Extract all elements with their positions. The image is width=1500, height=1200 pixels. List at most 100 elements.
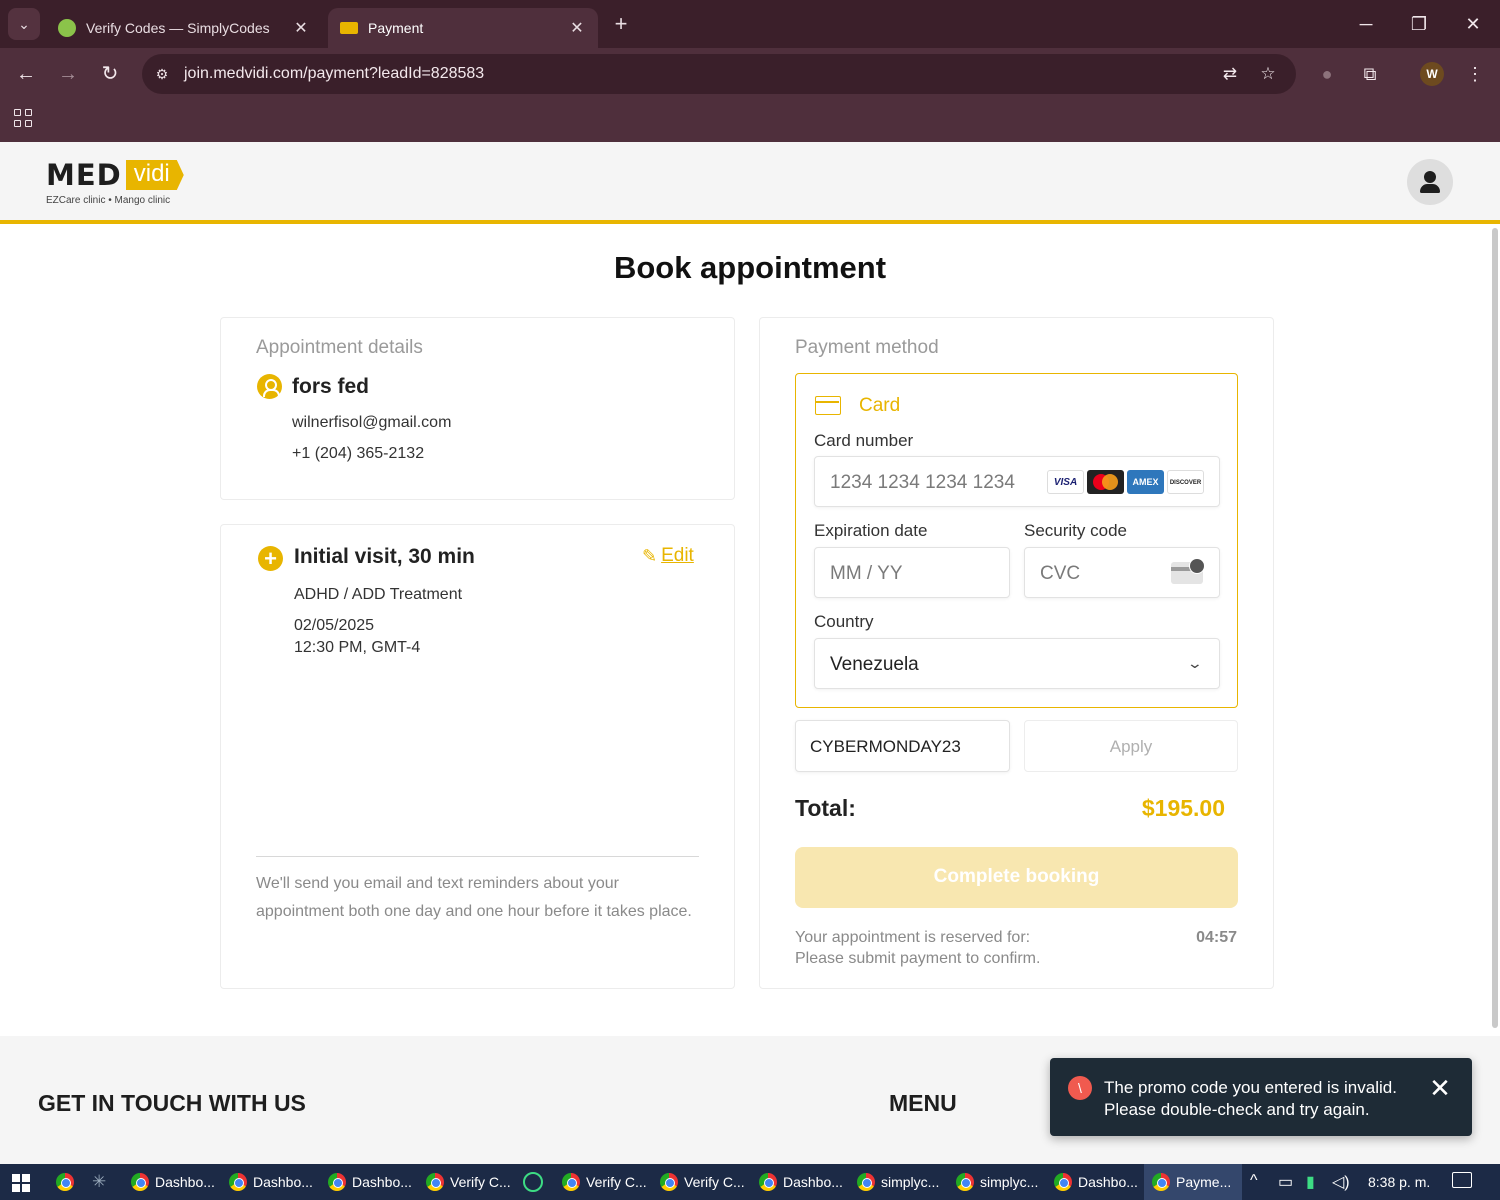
logo-tagline: EZCare clinic • Mango clinic bbox=[46, 195, 171, 206]
back-icon[interactable]: ← bbox=[12, 60, 40, 88]
system-clock[interactable]: 8:38 p. m. bbox=[1368, 1174, 1430, 1190]
expiration-placeholder: MM / YY bbox=[830, 563, 903, 584]
taskbar-item[interactable]: Verify C... bbox=[562, 1164, 647, 1200]
taskbar-item[interactable]: Dashbo... bbox=[131, 1164, 215, 1200]
site-info-icon[interactable]: ⚙ bbox=[152, 64, 172, 84]
taskbar-item[interactable]: Dashbo... bbox=[1054, 1164, 1138, 1200]
taskbar-item[interactable]: simplyc... bbox=[857, 1164, 939, 1200]
bookmark-star-icon[interactable]: ☆ bbox=[1257, 63, 1279, 85]
error-icon: \ bbox=[1068, 1076, 1092, 1100]
chevron-up-icon[interactable]: ^ bbox=[1250, 1172, 1258, 1190]
visit-treatment: ADHD / ADD Treatment bbox=[294, 586, 463, 603]
reminder-note: We'll send you email and text reminders … bbox=[256, 875, 692, 920]
apply-promo-button[interactable]: Apply bbox=[1024, 720, 1238, 772]
profile-avatar[interactable]: W bbox=[1420, 62, 1444, 86]
battery-icon[interactable]: ▮ bbox=[1306, 1172, 1315, 1192]
country-select[interactable]: Venezuela ⌄ bbox=[814, 638, 1220, 689]
visit-title: Initial visit, 30 min bbox=[294, 545, 475, 568]
close-toast-icon[interactable]: ✕ bbox=[1426, 1074, 1454, 1102]
tab-verify-codes[interactable]: Verify Codes — SimplyCodes ✕ bbox=[46, 8, 322, 48]
card-payment-option[interactable]: Card Card number 1234 1234 1234 1234 VIS… bbox=[795, 373, 1238, 708]
bookmarks-bar bbox=[0, 100, 1500, 142]
edit-label[interactable]: Edit bbox=[661, 545, 694, 567]
browser-tab-strip: ⌄ Verify Codes — SimplyCodes ✕ Payment ✕… bbox=[0, 0, 1500, 48]
complete-booking-button[interactable]: Complete booking bbox=[795, 847, 1238, 908]
taskbar-item[interactable]: Dashbo... bbox=[229, 1164, 313, 1200]
minimize-window-icon[interactable]: ─ bbox=[1351, 10, 1381, 38]
site-header: MED vidi EZCare clinic • Mango clinic bbox=[0, 142, 1500, 224]
close-tab-icon[interactable]: ✕ bbox=[568, 18, 586, 38]
visit-time: 12:30 PM, GMT-4 bbox=[294, 639, 421, 656]
menu-heading: MENU bbox=[889, 1090, 957, 1116]
taskbar-item-label: simplyc... bbox=[980, 1174, 1039, 1190]
whatsapp-icon[interactable] bbox=[523, 1172, 543, 1192]
divider bbox=[256, 856, 699, 857]
chrome-pinned-icon[interactable] bbox=[56, 1164, 80, 1200]
restore-window-icon[interactable]: ❐ bbox=[1404, 10, 1434, 38]
contact-heading: GET IN TOUCH WITH US bbox=[38, 1090, 306, 1116]
pencil-icon: ✎ bbox=[642, 545, 658, 566]
volume-icon[interactable]: ◁) bbox=[1332, 1172, 1350, 1192]
reserved-text: Your appointment is reserved for: bbox=[795, 929, 1031, 946]
patient-phone: +1 (204) 365-2132 bbox=[292, 445, 425, 462]
patient-icon bbox=[257, 374, 282, 399]
taskbar-item[interactable]: simplyc... bbox=[956, 1164, 1038, 1200]
mastercard-icon bbox=[1087, 470, 1124, 494]
forward-icon[interactable]: → bbox=[54, 60, 82, 88]
close-tab-icon[interactable]: ✕ bbox=[292, 18, 310, 38]
edit-visit-link[interactable]: ✎ Edit bbox=[642, 545, 694, 567]
promo-code-input[interactable]: CYBERMONDAY23 bbox=[795, 720, 1010, 772]
user-icon bbox=[1424, 171, 1436, 183]
medvidi-logo[interactable]: MED vidi EZCare clinic • Mango clinic bbox=[46, 158, 184, 206]
url-text[interactable]: join.medvidi.com/payment?leadId=828583 bbox=[184, 65, 484, 83]
patient-name: fors fed bbox=[292, 375, 370, 398]
tab-search-button[interactable]: ⌄ bbox=[8, 8, 40, 40]
taskbar-item[interactable]: Verify C... bbox=[660, 1164, 745, 1200]
taskbar-item-label: Verify C... bbox=[684, 1174, 745, 1190]
taskbar-item[interactable]: Dashbo... bbox=[759, 1164, 843, 1200]
visit-date: 02/05/2025 bbox=[294, 617, 375, 634]
browser-menu-icon[interactable]: ⋮ bbox=[1461, 60, 1489, 88]
promo-error-toast: \ The promo code you entered is invalid.… bbox=[1050, 1058, 1472, 1136]
taskbar-item-label: Dashbo... bbox=[352, 1174, 412, 1190]
network-app-icon[interactable]: ✳ bbox=[92, 1172, 106, 1192]
tab-payment[interactable]: Payment ✕ bbox=[328, 8, 598, 48]
taskbar-item-label: Verify C... bbox=[450, 1174, 511, 1190]
toast-line1: The promo code you entered is invalid. bbox=[1104, 1078, 1397, 1097]
new-tab-button[interactable]: + bbox=[608, 12, 634, 38]
expiration-input[interactable]: MM / YY bbox=[814, 547, 1010, 598]
payment-method-card: Payment method Card Card number 1234 123… bbox=[759, 317, 1274, 989]
taskbar-item-label: Dashbo... bbox=[155, 1174, 215, 1190]
notifications-icon[interactable] bbox=[1452, 1172, 1472, 1188]
translate-icon[interactable]: ⇄ bbox=[1219, 63, 1241, 85]
discover-icon: DISCOVER bbox=[1167, 470, 1204, 494]
plus-circle-icon: + bbox=[258, 546, 283, 571]
close-window-icon[interactable]: ✕ bbox=[1458, 10, 1488, 38]
taskbar-item[interactable]: Dashbo... bbox=[328, 1164, 412, 1200]
address-bar[interactable]: ⚙ join.medvidi.com/payment?leadId=828583… bbox=[142, 54, 1296, 94]
windows-start-icon[interactable] bbox=[12, 1174, 30, 1192]
account-avatar-button[interactable] bbox=[1407, 159, 1453, 205]
extensions-puzzle-icon[interactable]: ⧉ bbox=[1356, 60, 1384, 88]
network-icon[interactable]: ▭ bbox=[1278, 1172, 1293, 1192]
taskbar-item-label: Dashbo... bbox=[783, 1174, 843, 1190]
taskbar-item[interactable]: Verify C... bbox=[426, 1164, 511, 1200]
extension-icon[interactable]: ● bbox=[1313, 60, 1341, 88]
windows-taskbar: ✳ Dashbo... Dashbo... Dashbo... Verify C… bbox=[0, 1164, 1500, 1200]
country-value: Venezuela bbox=[830, 654, 919, 675]
page-scrollbar[interactable] bbox=[1492, 228, 1498, 1028]
taskbar-item-label: Verify C... bbox=[586, 1174, 647, 1190]
visa-icon: VISA bbox=[1047, 470, 1084, 494]
card-number-input[interactable]: 1234 1234 1234 1234 VISA AMEX DISCOVER bbox=[814, 456, 1220, 507]
taskbar-item-active[interactable]: Payme... bbox=[1144, 1164, 1242, 1200]
tab-title: Verify Codes — SimplyCodes bbox=[86, 20, 270, 36]
total-label: Total: bbox=[795, 795, 856, 821]
complete-booking-label: Complete booking bbox=[933, 866, 1100, 887]
payment-method-label: Payment method bbox=[795, 337, 939, 358]
apps-grid-icon[interactable] bbox=[14, 109, 34, 129]
reload-icon[interactable]: ↻ bbox=[96, 60, 124, 88]
card-number-placeholder: 1234 1234 1234 1234 bbox=[830, 472, 1015, 493]
total-value: $195.00 bbox=[1141, 795, 1225, 821]
security-code-label: Security code bbox=[1024, 521, 1127, 540]
cvc-input[interactable]: CVC bbox=[1024, 547, 1220, 598]
